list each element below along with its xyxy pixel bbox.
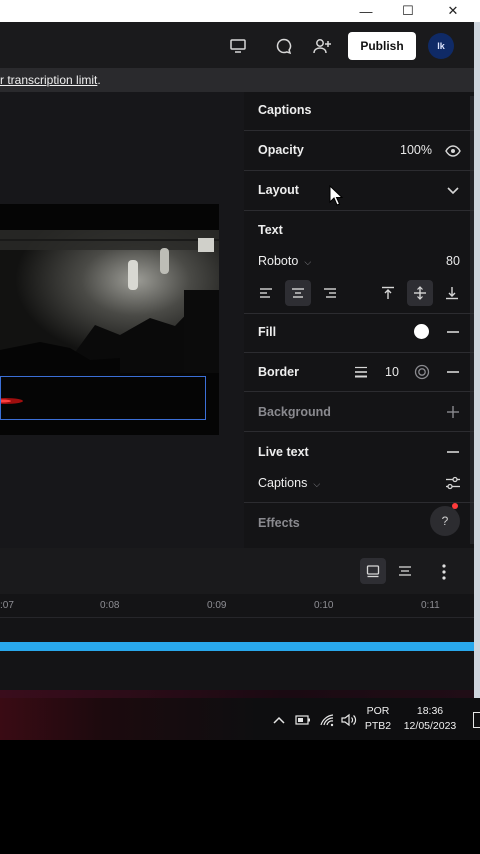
add-user-icon[interactable]: [310, 34, 334, 58]
keyboard-layout: PTB2: [364, 720, 392, 732]
font-size-value[interactable]: 80: [446, 254, 460, 268]
notice-text: r transcription limit.: [0, 73, 101, 87]
transcript-view-icon[interactable]: [392, 558, 418, 584]
taskbar-clock[interactable]: 18:36 12/05/2023: [400, 704, 460, 734]
align-middle-icon[interactable]: [407, 280, 433, 306]
chevron-down-icon: ⌵: [313, 479, 321, 489]
live-text-type-value: Captions: [258, 476, 308, 490]
notification-dot: [452, 503, 458, 509]
background-label: Background: [258, 405, 331, 419]
align-left-icon[interactable]: [253, 280, 279, 306]
publish-button[interactable]: Publish: [348, 32, 416, 60]
present-icon[interactable]: [226, 34, 250, 58]
clock-time: 18:36: [416, 705, 444, 717]
letterbox-area: [0, 740, 480, 854]
volume-icon[interactable]: [339, 712, 359, 728]
divider: [244, 130, 474, 131]
timeline-tracks[interactable]: [0, 618, 474, 690]
close-button[interactable]: ✕: [439, 0, 467, 22]
timeline-tick: 0:10: [314, 600, 334, 611]
language-code: POR: [366, 705, 390, 717]
clock-date: 12/05/2023: [403, 720, 457, 732]
opacity-label: Opacity: [258, 143, 304, 157]
timeline-clip-track[interactable]: [0, 642, 474, 651]
input-language[interactable]: POR PTB2: [362, 704, 394, 734]
divider: [244, 352, 474, 353]
background-window-edge: [474, 22, 480, 712]
remove-border-icon[interactable]: [443, 362, 463, 382]
align-top-icon[interactable]: [375, 280, 401, 306]
battery-icon[interactable]: [293, 712, 313, 728]
align-bottom-icon[interactable]: [439, 280, 465, 306]
font-family-select[interactable]: Roboto ⌵: [258, 254, 311, 268]
timeline-tick: 0:09: [207, 600, 227, 611]
timeline-ruler[interactable]: [0, 594, 474, 618]
text-section-label: Text: [258, 223, 283, 237]
divider: [244, 210, 474, 211]
divider: [244, 313, 474, 314]
video-preview-image: [0, 230, 219, 373]
fill-color-swatch[interactable]: [414, 324, 429, 339]
wifi-icon[interactable]: [317, 712, 337, 728]
chevron-down-icon[interactable]: [443, 181, 463, 201]
comment-icon[interactable]: [272, 34, 296, 58]
eye-icon[interactable]: [443, 141, 463, 161]
remove-live-text-icon[interactable]: [443, 442, 463, 462]
maximize-button[interactable]: ☐: [394, 0, 422, 22]
more-options-icon[interactable]: [434, 560, 454, 584]
help-button[interactable]: ?: [430, 506, 460, 536]
align-right-icon[interactable]: [317, 280, 343, 306]
user-avatar[interactable]: lk: [428, 33, 454, 59]
divider: [244, 431, 474, 432]
timeline-view-icon[interactable]: [360, 558, 386, 584]
divider: [244, 170, 474, 171]
settings-sliders-icon[interactable]: [442, 473, 464, 493]
timeline-tick: 0:08: [100, 600, 120, 611]
caption-text-box[interactable]: [0, 376, 206, 420]
transcription-limit-link[interactable]: r transcription limit: [0, 73, 97, 87]
divider: [244, 391, 474, 392]
chevron-down-icon: ⌵: [304, 257, 312, 267]
effects-label[interactable]: Effects: [258, 516, 300, 530]
fill-label: Fill: [258, 325, 277, 339]
desktop-background-strip: [0, 690, 474, 698]
border-color-icon[interactable]: [412, 362, 432, 382]
border-width-value[interactable]: 10: [385, 365, 399, 379]
chevron-up-icon[interactable]: [270, 712, 288, 728]
captions-title: Captions: [258, 103, 312, 117]
live-text-type-select[interactable]: Captions ⌵: [258, 476, 320, 490]
layout-label[interactable]: Layout: [258, 183, 299, 197]
font-family-value: Roboto: [258, 254, 299, 268]
add-background-icon[interactable]: [443, 402, 463, 422]
taskbar-gradient: [0, 698, 260, 740]
border-label: Border: [258, 365, 299, 379]
caption-red-glow: [0, 398, 23, 404]
minimize-button[interactable]: —: [352, 0, 380, 22]
align-center-icon[interactable]: [285, 280, 311, 306]
panel-scrollbar[interactable]: [470, 96, 474, 544]
live-text-label: Live text: [258, 445, 309, 459]
notification-icon[interactable]: [473, 712, 480, 728]
border-weight-icon[interactable]: [352, 363, 370, 381]
mouse-cursor-icon: [329, 185, 343, 206]
timeline-tick: 0:11: [421, 600, 440, 611]
remove-fill-icon[interactable]: [443, 322, 463, 342]
divider: [244, 502, 474, 503]
timeline-tick: :07: [0, 600, 14, 611]
opacity-value[interactable]: 100%: [400, 143, 432, 157]
notice-period: .: [97, 73, 101, 87]
